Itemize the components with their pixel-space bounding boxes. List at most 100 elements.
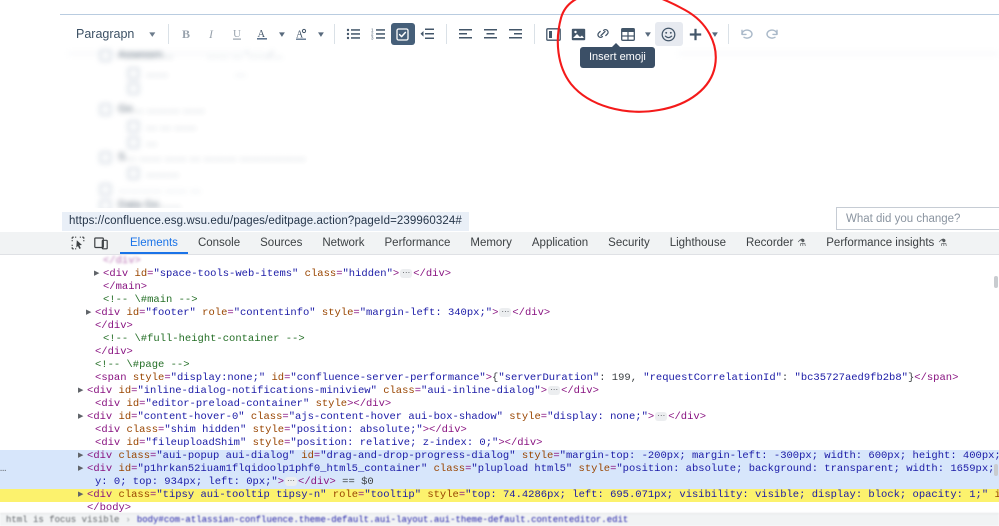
expand-triangle-icon[interactable]: ▶ <box>86 307 95 320</box>
editor-document-body[interactable]: Assessm… …… … ‘……⁄… …… … Go… ……… …… … … … <box>60 49 999 210</box>
align-left-icon[interactable] <box>453 22 478 46</box>
chevron-down-icon[interactable]: ▾ <box>312 29 330 40</box>
dom-node-row[interactable]: ▶ <div id="inline-dialog-notifications-mi… <box>0 385 999 398</box>
expand-triangle-icon[interactable]: ▶ <box>78 450 87 463</box>
devtools-tab-network[interactable]: Network <box>312 232 374 254</box>
dom-node-row[interactable]: <div class="shim hidden" style="position… <box>0 424 999 437</box>
dom-node-row[interactable]: <!-- \#main --> <box>0 294 999 307</box>
collapsed-children-icon[interactable]: ⋯ <box>285 477 298 486</box>
checkbox-icon[interactable] <box>100 151 111 163</box>
dom-node-row[interactable]: </main> <box>0 281 999 294</box>
dom-node-row[interactable]: ▶ <div class="tipsy aui-tooltip tipsy-n" … <box>0 489 999 502</box>
devtools-tab-lighthouse[interactable]: Lighthouse <box>660 232 736 254</box>
dom-node-row[interactable]: ▶ <div id="footer" role="contentinfo" sty… <box>0 307 999 320</box>
list-item[interactable]: ………… …… … <box>100 183 201 195</box>
collapsed-children-icon[interactable]: ⋯ <box>499 308 512 317</box>
list-item[interactable]: S… …… …… … ……… ……………… <box>100 151 306 163</box>
dom-token: div <box>93 385 113 397</box>
dom-row-marker-space <box>0 359 14 372</box>
devtools-tab-memory[interactable]: Memory <box>460 232 522 254</box>
devtools-tab-elements[interactable]: Elements <box>120 232 188 254</box>
expand-triangle-icon[interactable]: ▶ <box>78 463 87 476</box>
devtools-tab-performance[interactable]: Performance <box>375 232 461 254</box>
collapsed-children-icon[interactable]: ⋯ <box>548 386 561 395</box>
dom-node-row[interactable]: <!-- \#page --> <box>0 359 999 372</box>
devtools-tab-recorder[interactable]: Recorder ⚗ <box>736 232 816 254</box>
paragraph-style-dropdown[interactable]: Paragrapn ▾ <box>60 24 162 44</box>
numbered-list-icon[interactable]: 1 2 3 <box>366 22 391 46</box>
dom-node-row[interactable]: ▶ <div class="aui-popup aui-dialog" id="d… <box>0 450 999 463</box>
insert-image-icon[interactable] <box>566 22 591 46</box>
devtools-tab-security[interactable]: Security <box>598 232 660 254</box>
devtools-tab-sources[interactable]: Sources <box>250 232 312 254</box>
dom-token: </span> <box>914 372 959 384</box>
dom-node-row[interactable]: </div> <box>0 255 999 268</box>
list-item[interactable]: Assessm… …… … ‘……⁄… <box>100 49 283 61</box>
scrollbar-thumb[interactable] <box>994 464 998 476</box>
dom-node-row[interactable]: <div id="fileuploadShim" style="position… <box>0 437 999 450</box>
dom-token: </div> <box>512 307 551 319</box>
insert-more-icon[interactable] <box>683 22 708 46</box>
list-item[interactable]: Go… ……… …… <box>100 103 205 115</box>
collapsed-children-icon[interactable]: ⋯ <box>400 269 413 278</box>
device-toolbar-icon[interactable] <box>89 232 112 254</box>
list-item[interactable]: … <box>128 136 157 148</box>
checkbox-icon[interactable] <box>128 83 139 94</box>
dom-node-row[interactable]: <div id="editor-preload-container" style… <box>0 398 999 411</box>
list-item[interactable]: ……… <box>128 167 179 179</box>
breadcrumb-item[interactable]: body#com-atlassian-confluence.theme-defa… <box>131 515 634 525</box>
expand-triangle-icon[interactable]: ▶ <box>78 411 87 424</box>
page-layout-icon[interactable] <box>541 22 566 46</box>
chevron-down-icon[interactable]: ▾ <box>706 29 724 40</box>
dom-token: style <box>421 489 459 501</box>
align-right-icon[interactable] <box>503 22 528 46</box>
expand-triangle-icon[interactable]: ▶ <box>78 385 87 398</box>
dom-row-marker-space <box>0 255 14 268</box>
dom-node-row[interactable]: </div> <box>0 346 999 359</box>
dom-node-row[interactable]: y: 0; top: 934px; left: 0px;"> ⋯ </div> ==… <box>0 476 999 489</box>
align-center-icon[interactable] <box>478 22 503 46</box>
list-item[interactable]: … … …… <box>128 120 196 132</box>
devtools-tab-performance-insights[interactable]: Performance insights ⚗ <box>816 232 957 254</box>
redo-icon[interactable] <box>760 22 785 46</box>
text-highlight-icon[interactable]: A <box>289 22 314 46</box>
breadcrumb-item[interactable]: html is focus visible <box>0 515 125 525</box>
dom-token: "tipsy aui-tooltip tipsy-n" <box>156 489 327 501</box>
dom-node-row[interactable]: … ▶ <div id="p1hrkan52iuam1flqidoolp1phf0… <box>0 463 999 476</box>
svg-text:I: I <box>208 27 214 41</box>
dom-node-row[interactable]: <!-- \#full-height-container --> <box>0 333 999 346</box>
checkbox-icon[interactable] <box>128 136 139 148</box>
checkbox-icon[interactable] <box>128 167 139 179</box>
checkbox-icon[interactable] <box>100 183 111 195</box>
insert-emoji-icon[interactable] <box>654 22 683 46</box>
dom-token: </div> <box>561 385 599 397</box>
underline-icon[interactable]: U <box>225 22 250 46</box>
checkbox-icon[interactable] <box>100 103 111 115</box>
dom-node-row[interactable]: </div> <box>0 320 999 333</box>
inspect-element-icon[interactable] <box>66 232 89 254</box>
collapsed-children-icon[interactable]: ⋯ <box>655 412 668 421</box>
dom-node-row[interactable]: ▶ <div id="space-tools-web-items" class="… <box>0 268 999 281</box>
expand-triangle-icon[interactable]: ▶ <box>94 268 103 281</box>
checkbox-icon[interactable] <box>128 120 139 132</box>
bold-icon[interactable]: B <box>175 22 200 46</box>
scrollbar-thumb[interactable] <box>994 276 998 288</box>
outdent-icon[interactable] <box>415 22 440 46</box>
text-color-icon[interactable]: A <box>250 22 275 46</box>
list-item[interactable]: …… … <box>128 67 246 79</box>
undo-icon[interactable] <box>735 22 760 46</box>
task-list-icon[interactable] <box>390 23 415 45</box>
dom-node-row[interactable]: ▶ <div id="content-hover-0" class="ajs-co… <box>0 411 999 424</box>
dom-node-row[interactable]: <span style="display:none;" id="confluen… <box>0 372 999 385</box>
devtools-tab-console[interactable]: Console <box>188 232 250 254</box>
change-comment-input[interactable]: What did you change? <box>836 207 999 230</box>
expand-triangle-icon[interactable]: ▶ <box>78 489 87 502</box>
dom-token: "ajs-content-hover aui-box-shadow" <box>288 411 503 423</box>
list-item[interactable] <box>128 83 146 94</box>
devtools-tab-application[interactable]: Application <box>522 232 598 254</box>
italic-icon[interactable]: I <box>200 22 225 46</box>
dom-tree-viewer[interactable]: </div> ▶ <div id="space-tools-web-items" … <box>0 255 999 526</box>
bullet-list-icon[interactable] <box>341 22 366 46</box>
checkbox-icon[interactable] <box>100 49 111 61</box>
checkbox-icon[interactable] <box>128 67 139 79</box>
